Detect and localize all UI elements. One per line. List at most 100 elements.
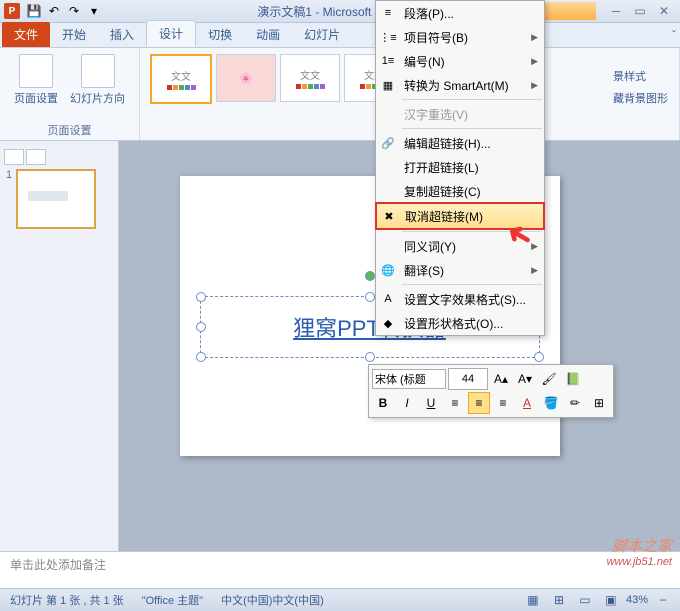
undo-icon[interactable]: ↶ — [45, 2, 63, 20]
research-icon[interactable]: 📗 — [562, 368, 584, 390]
remove-link-icon: ✖ — [381, 208, 397, 224]
qat-more-icon[interactable]: ▾ — [85, 2, 103, 20]
workspace: 1 狸窝PPT转换器 — [0, 141, 680, 551]
bullets-icon: ⋮≡ — [380, 29, 396, 45]
group-label-page: 页面设置 — [0, 122, 139, 138]
menu-numbering[interactable]: 1≡编号(N)▶ — [376, 49, 544, 73]
tab-design[interactable]: 设计 — [146, 20, 196, 47]
theme-thumb[interactable]: 🌸 — [216, 54, 276, 102]
paragraph-icon: ≡ — [380, 5, 396, 21]
menu-paragraph[interactable]: ≡段落(P)... — [376, 1, 544, 25]
resize-handle[interactable] — [365, 292, 375, 302]
underline-icon[interactable]: U — [420, 392, 442, 414]
shape-icon: ◆ — [380, 315, 396, 331]
reading-view-icon[interactable]: ▭ — [574, 589, 596, 611]
theme-thumb[interactable]: 文文 — [280, 54, 340, 102]
menu-text-effects[interactable]: A设置文字效果格式(S)... — [376, 287, 544, 311]
snap-icon[interactable]: ⊞ — [588, 392, 610, 414]
resize-handle[interactable] — [365, 352, 375, 362]
resize-handle[interactable] — [196, 352, 206, 362]
resize-handle[interactable] — [534, 352, 544, 362]
fill-color-icon[interactable]: 🪣 — [540, 392, 562, 414]
menu-bullets[interactable]: ⋮≡项目符号(B)▶ — [376, 25, 544, 49]
tab-home[interactable]: 开始 — [50, 22, 98, 47]
close-icon[interactable]: ✕ — [653, 3, 675, 19]
hide-bg-checkbox[interactable]: 藏背景图形 — [613, 90, 668, 106]
menu-edit-hyperlink[interactable]: 🔗编辑超链接(H)... — [376, 131, 544, 155]
sorter-view-icon[interactable]: ⊞ — [548, 589, 570, 611]
menu-copy-hyperlink[interactable]: 复制超链接(C) — [376, 179, 544, 203]
theme-status: "Office 主题" — [138, 592, 207, 608]
format-painter-icon[interactable]: 🖌 — [538, 368, 560, 390]
tab-transition[interactable]: 切换 — [196, 22, 244, 47]
slide-status: 幻灯片 第 1 张 , 共 1 张 — [6, 592, 128, 608]
align-left-icon[interactable]: ≡ — [444, 392, 466, 414]
ribbon-tabs: 文件 开始 插入 设计 切换 动画 幻灯片 — [0, 23, 680, 48]
notes-pane[interactable]: 单击此处添加备注 — [0, 551, 680, 588]
ribbon: 页面设置 幻灯片方向 页面设置 文文 🌸 文文 文文 主题 ˇ — [0, 48, 680, 141]
normal-view-icon[interactable]: ▦ — [522, 589, 544, 611]
italic-icon[interactable]: I — [396, 392, 418, 414]
thumbnail-image — [16, 169, 96, 229]
slides-tab-icon[interactable] — [4, 149, 24, 165]
smartart-icon: ▦ — [380, 77, 396, 93]
bg-styles-button[interactable]: 景样式 — [613, 68, 668, 84]
theme-thumb[interactable]: 文文 — [150, 54, 212, 104]
menu-hanzi[interactable]: 汉字重选(V) — [376, 102, 544, 126]
slide-thumbnail[interactable]: 1 — [6, 169, 112, 229]
group-page-setup: 页面设置 幻灯片方向 页面设置 — [0, 48, 140, 140]
link-icon: 🔗 — [380, 135, 396, 151]
chevron-right-icon: ▶ — [531, 265, 538, 276]
tab-animation[interactable]: 动画 — [244, 22, 292, 47]
page-setup-button[interactable]: 页面设置 — [8, 52, 64, 108]
tools-tab-accent — [536, 2, 596, 20]
tab-slideshow[interactable]: 幻灯片 — [292, 22, 352, 47]
chevron-right-icon: ▶ — [531, 80, 538, 91]
orientation-button[interactable]: 幻灯片方向 — [64, 52, 131, 108]
grow-font-icon[interactable]: A▴ — [490, 368, 512, 390]
menu-translate[interactable]: 🌐翻译(S)▶ — [376, 258, 544, 282]
tab-file[interactable]: 文件 — [2, 22, 50, 47]
size-select[interactable] — [448, 368, 488, 390]
menu-separator — [402, 128, 542, 129]
redo-icon[interactable]: ↷ — [65, 2, 83, 20]
menu-open-hyperlink[interactable]: 打开超链接(L) — [376, 155, 544, 179]
resize-handle[interactable] — [196, 322, 206, 332]
outline-color-icon[interactable]: ✏ — [564, 392, 586, 414]
zoom-out-icon[interactable]: − — [652, 589, 674, 611]
tab-insert[interactable]: 插入 — [98, 22, 146, 47]
zoom-value: 43% — [626, 594, 648, 606]
menu-smartart[interactable]: ▦转换为 SmartArt(M)▶ — [376, 73, 544, 97]
title-bar: P 💾 ↶ ↷ ▾ 演示文稿1 - Microsoft P ─ ▭ ✕ — [0, 0, 680, 23]
lang-status[interactable]: 中文(中国)中文(中国) — [217, 592, 328, 608]
align-right-icon[interactable]: ≡ — [492, 392, 514, 414]
minimize-icon[interactable]: ─ — [605, 3, 627, 19]
bold-icon[interactable]: B — [372, 392, 394, 414]
slideshow-view-icon[interactable]: ▣ — [600, 589, 622, 611]
background-controls: 景样式 藏背景图形 — [613, 62, 668, 112]
mini-toolbar: A▴ A▾ 🖌 📗 B I U ≡ ≡ ≡ A 🪣 ✏ ⊞ — [368, 364, 614, 418]
watermark: 脚本之家 www.jb51.net — [607, 539, 672, 568]
outline-tab-icon[interactable] — [26, 149, 46, 165]
status-bar: 幻灯片 第 1 张 , 共 1 张 "Office 主题" 中文(中国)中文(中… — [0, 588, 680, 611]
restore-icon[interactable]: ▭ — [629, 3, 651, 19]
collapse-ribbon-icon[interactable]: ˇ — [672, 28, 676, 42]
resize-handle[interactable] — [196, 292, 206, 302]
chevron-right-icon: ▶ — [531, 56, 538, 67]
font-select[interactable] — [372, 369, 446, 389]
chevron-right-icon: ▶ — [531, 241, 538, 252]
shrink-font-icon[interactable]: A▾ — [514, 368, 536, 390]
menu-separator — [402, 284, 542, 285]
thumbnail-pane: 1 — [0, 141, 119, 551]
numbering-icon: 1≡ — [380, 53, 396, 69]
menu-shape-format[interactable]: ◆设置形状格式(O)... — [376, 311, 544, 335]
font-color-icon[interactable]: A — [516, 392, 538, 414]
app-icon: P — [4, 3, 20, 19]
menu-separator — [402, 99, 542, 100]
align-center-icon[interactable]: ≡ — [468, 392, 490, 414]
save-icon[interactable]: 💾 — [25, 2, 43, 20]
translate-icon: 🌐 — [380, 262, 396, 278]
text-fx-icon: A — [380, 291, 396, 307]
context-menu: ≡段落(P)... ⋮≡项目符号(B)▶ 1≡编号(N)▶ ▦转换为 Smart… — [375, 0, 545, 336]
rotate-handle[interactable] — [365, 271, 375, 281]
